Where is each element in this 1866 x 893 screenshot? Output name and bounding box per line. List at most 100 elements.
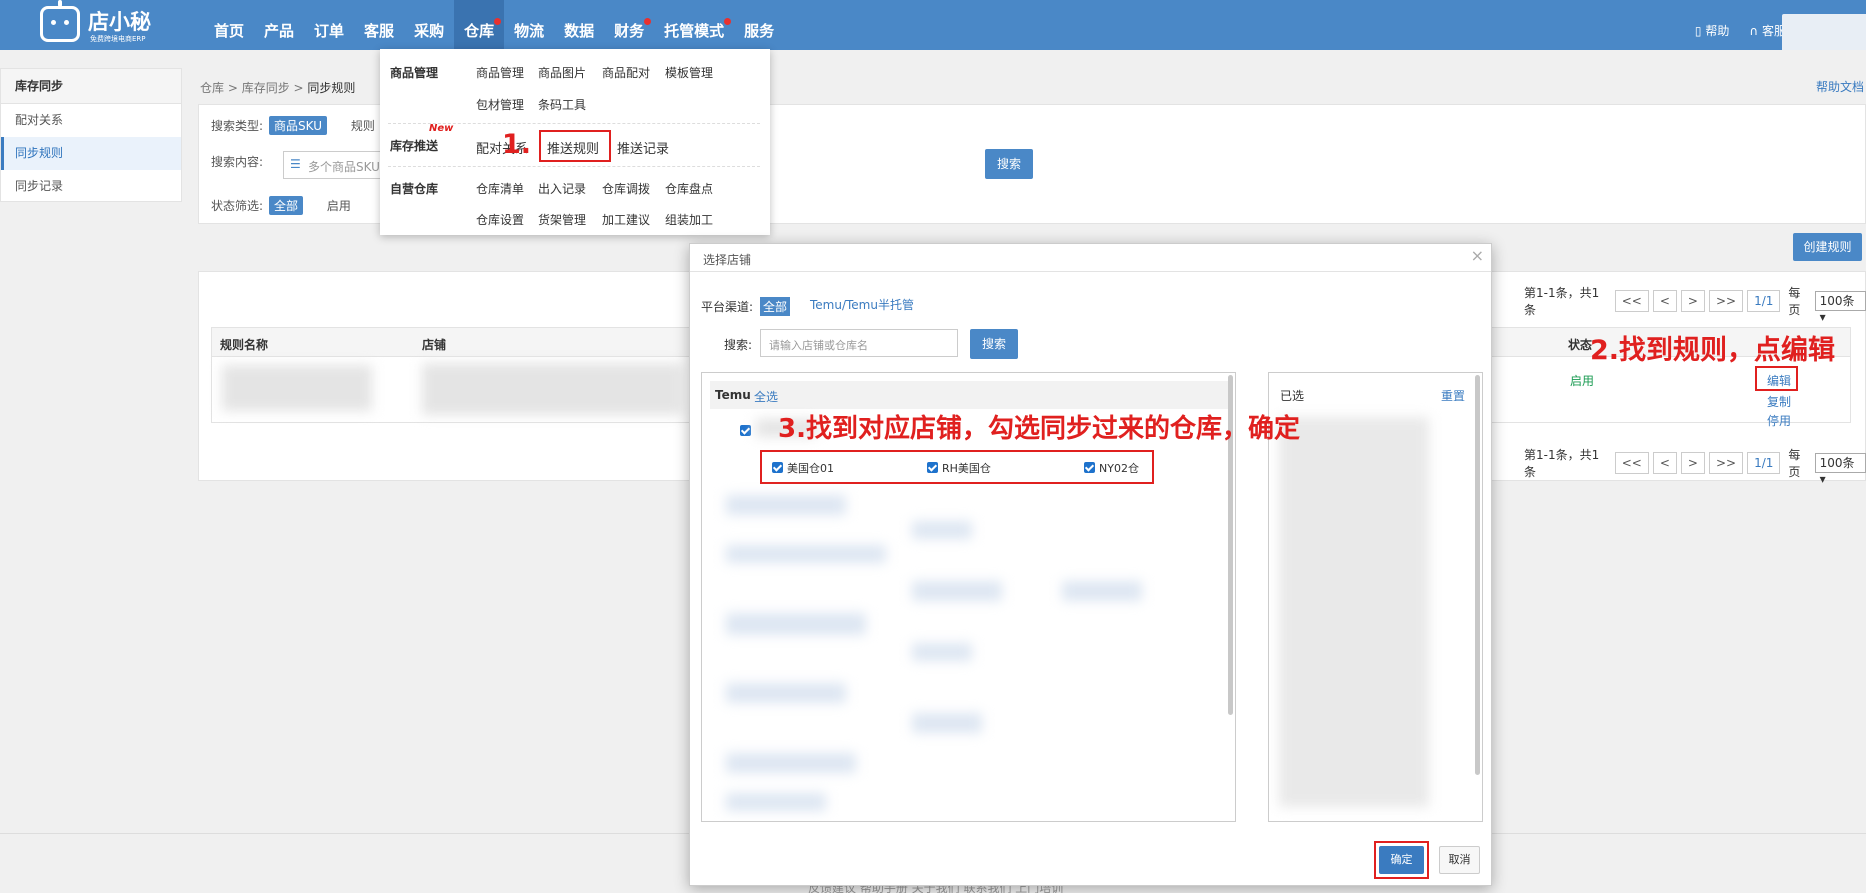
shop-checkbox[interactable] [740,425,751,436]
status-all[interactable]: 全部 [269,196,304,215]
logo[interactable]: 店小秘 免费跨境电商ERP [40,0,160,46]
pager-current: 1/1 [1747,290,1781,312]
sidebar-item-sync-rules[interactable]: 同步规则 [1,137,181,170]
nav-item-4[interactable]: 采购 [404,0,454,50]
nav-item-1[interactable]: 产品 [254,0,304,50]
help-link[interactable]: ▯ 帮助 [1695,0,1729,50]
sidebar-item-sync-records[interactable]: 同步记录 [1,170,181,203]
notification-dot [494,18,502,25]
dd-warehouse-settings[interactable]: 仓库设置 [476,211,524,228]
platform-temu[interactable]: Temu/Temu半托管 [810,296,914,313]
dd-product-pairing[interactable]: 商品配对 [602,64,650,81]
copy-link[interactable]: 复制 [1767,393,1791,410]
dd-processing-advice[interactable]: 加工建议 [602,211,650,228]
blurred-shop-list [726,753,856,773]
cancel-button[interactable]: 取消 [1439,846,1480,874]
blurred-shop-list [1062,581,1142,601]
search-button[interactable]: 搜索 [985,149,1033,179]
per-page-select[interactable]: 100条 ▾ [1814,291,1866,324]
nav-item-9[interactable]: 托管模式 [654,0,734,50]
status-enabled[interactable]: 启用 [327,199,351,213]
pager-next[interactable]: > [1680,290,1705,312]
pager-prev[interactable]: < [1652,452,1677,474]
create-rule-button[interactable]: 创建规则 [1793,233,1862,261]
pager-prev[interactable]: < [1652,290,1677,312]
annotation-step2: 2.找到规则，点编辑 [1590,335,1836,366]
nav-item-8[interactable]: 财务 [604,0,654,50]
modal-search-input[interactable]: 请输入店铺或仓库名 [760,329,958,357]
disable-link[interactable]: 停用 [1767,412,1791,429]
dd-push-records[interactable]: 推送记录 [617,138,669,157]
pager-first[interactable]: << [1614,452,1649,474]
robot-logo-icon [40,0,80,42]
platform-all[interactable]: 全部 [760,297,791,316]
pager-current: 1/1 [1747,452,1781,474]
row-status: 启用 [1570,374,1595,388]
modal-search-button[interactable]: 搜索 [970,329,1018,359]
platform-group-name: Temu [715,388,751,402]
dd-shelf-manage[interactable]: 货架管理 [538,211,586,228]
nav-item-3[interactable]: 客服 [354,0,404,50]
nav-item-0[interactable]: 首页 [204,0,254,50]
close-icon[interactable]: × [1471,246,1484,265]
pager-next[interactable]: > [1680,452,1705,474]
pager-last[interactable]: >> [1708,452,1744,474]
sidebar-item-pairing[interactable]: 配对关系 [1,104,181,137]
notification-dot [724,18,732,25]
per-page-select[interactable]: 100条 ▾ [1814,453,1866,486]
search-content-input[interactable]: ☰ 多个商品SKU [283,151,383,179]
nav-item-10[interactable]: 服务 [734,0,784,50]
status-filter-row: 状态筛选: 全部 启用 [211,196,351,215]
pager-top: 第1-1条，共1条 << < > >> 1/1 每页 100条 ▾ [1524,284,1866,324]
blurred-shop-list [726,495,846,515]
nav-item-2[interactable]: 订单 [304,0,354,50]
nav-item-label: 数据 [564,22,595,40]
dd-assembly[interactable]: 组装加工 [665,211,713,228]
platform-group-header: Temu 全选 [710,381,1228,409]
dd-title-inventory-push: 库存推送 [390,139,439,153]
new-badge: New [429,123,454,134]
nav-item-label: 采购 [414,22,445,40]
dd-barcode-tool[interactable]: 条码工具 [538,96,586,113]
search-type-row: 搜索类型: 商品SKU 规则 [211,116,375,135]
user-avatar[interactable] [1782,14,1866,50]
dd-stocktake[interactable]: 仓库盘点 [665,180,713,197]
search-type-sku[interactable]: 商品SKU [269,116,327,135]
nav-item-5[interactable]: 仓库 [454,0,505,50]
logo-name: 店小秘 [88,10,151,34]
dd-in-out-records[interactable]: 出入记录 [538,180,586,197]
dd-warehouse-list[interactable]: 仓库清单 [476,180,524,197]
per-page-label: 每页 [1788,286,1801,317]
blurred-shop-list [912,581,1002,601]
selected-pane: 已选 重置 [1268,372,1483,822]
blurred-selected-list [1279,417,1429,807]
breadcrumb-warehouse[interactable]: 仓库 [200,81,224,95]
dd-template-manage[interactable]: 模板管理 [665,64,713,81]
nav-item-label: 首页 [214,22,245,40]
status-filter-label: 状态筛选: [211,199,264,213]
reset-link[interactable]: 重置 [1441,387,1465,404]
pager-bottom: 第1-1条，共1条 << < > >> 1/1 每页 100条 ▾ [1524,446,1866,486]
blurred-shop-list [726,545,886,563]
nav-item-label: 物流 [514,22,545,40]
breadcrumb-inventory-sync[interactable]: 库存同步 [242,81,290,95]
blurred-shop-list [912,643,972,661]
dd-product-manage[interactable]: 商品管理 [476,64,524,81]
dd-warehouse-transfer[interactable]: 仓库调拨 [602,180,650,197]
pager-last[interactable]: >> [1708,290,1744,312]
nav-item-6[interactable]: 物流 [504,0,554,50]
dd-packaging-manage[interactable]: 包材管理 [476,96,524,113]
service-link[interactable]: ∩ 客服 [1749,0,1786,50]
pager-first[interactable]: << [1614,290,1649,312]
platform-label: 平台渠道: [701,300,754,314]
modal-title: 选择店铺 [703,253,752,267]
select-all-link[interactable]: 全选 [754,388,778,405]
search-type-rule[interactable]: 规则 [351,119,375,133]
nav-item-7[interactable]: 数据 [554,0,604,50]
dd-separator [388,166,760,167]
selected-scrollbar[interactable] [1475,375,1480,775]
help-doc-link[interactable]: 帮助文档 [1816,78,1864,95]
dd-product-images[interactable]: 商品图片 [538,64,586,81]
blurred-rule-name [222,365,372,411]
breadcrumb-sync-rules: 同步规则 [307,81,356,95]
